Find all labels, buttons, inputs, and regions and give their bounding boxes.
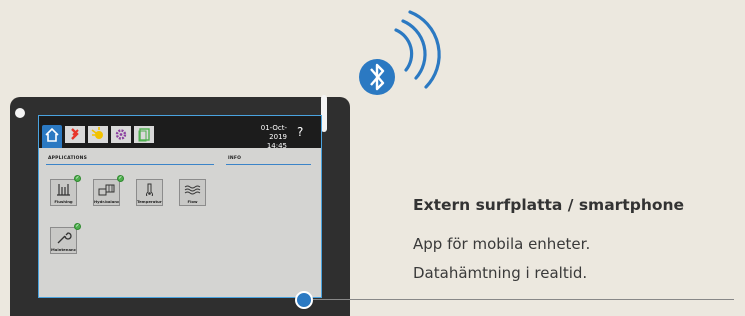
flushing-icon bbox=[57, 184, 70, 196]
app-maintenance[interactable]: ✓ Maintenance bbox=[50, 223, 81, 254]
caption-title: Extern surfplatta / smartphone bbox=[413, 196, 685, 214]
section-applications-label: APPLICATIONS bbox=[48, 156, 88, 161]
tab-documents[interactable] bbox=[134, 126, 154, 143]
callout-line bbox=[313, 299, 734, 300]
section-info-label: INFO bbox=[228, 156, 242, 161]
tab-swap[interactable] bbox=[65, 126, 85, 143]
gear-icon bbox=[115, 129, 127, 140]
swap-arrows-icon bbox=[71, 128, 79, 140]
bluetooth-signal-icon bbox=[359, 10, 441, 95]
time-text: 14:45 bbox=[266, 142, 287, 150]
flow-waves-icon bbox=[184, 185, 201, 195]
check-badge-icon: ✓ bbox=[74, 175, 81, 182]
date-text: 01-Oct-2019 bbox=[260, 124, 287, 141]
app-label: Flow bbox=[187, 199, 198, 204]
app-label: Flushing bbox=[54, 199, 73, 204]
home-icon bbox=[45, 127, 59, 142]
tab-home[interactable] bbox=[42, 125, 62, 148]
tab-settings[interactable] bbox=[111, 126, 131, 143]
camera-dot bbox=[15, 108, 25, 118]
app-temperature[interactable]: Temperature bbox=[136, 179, 163, 206]
caption-line-2: Datahämtning i realtid. bbox=[413, 264, 588, 282]
caption-line-1: App för mobila enheter. bbox=[413, 235, 591, 253]
sun-icon bbox=[91, 127, 103, 139]
check-badge-icon: ✓ bbox=[74, 223, 81, 230]
app-label: Temperature bbox=[137, 199, 162, 204]
wrench-icon bbox=[57, 232, 72, 244]
top-bar: 01-Oct-2019 14:45 ? bbox=[39, 116, 321, 151]
app-flow[interactable]: Flow bbox=[179, 179, 206, 206]
app-label: Hydr.balanc. bbox=[94, 199, 119, 204]
section-applications-divider bbox=[46, 164, 214, 165]
app-hydraulic-balance[interactable]: ✓ Hydr.balanc. bbox=[93, 175, 124, 206]
check-badge-icon: ✓ bbox=[117, 175, 124, 182]
help-button[interactable]: ? bbox=[297, 125, 303, 139]
date-time: 01-Oct-2019 14:45 bbox=[245, 124, 287, 151]
document-icon bbox=[138, 128, 150, 142]
app-label: Maintenance bbox=[51, 247, 76, 252]
callout-dot bbox=[295, 291, 313, 309]
thermometer-icon bbox=[146, 183, 153, 196]
tab-sun[interactable] bbox=[88, 126, 108, 143]
hydraulic-balance-icon bbox=[98, 184, 115, 196]
app-flushing[interactable]: ✓ Flushing bbox=[50, 175, 81, 206]
tablet-screen: 01-Oct-2019 14:45 ? APPLICATIONS INFO ✓ … bbox=[38, 115, 322, 298]
section-info-divider bbox=[226, 164, 311, 165]
